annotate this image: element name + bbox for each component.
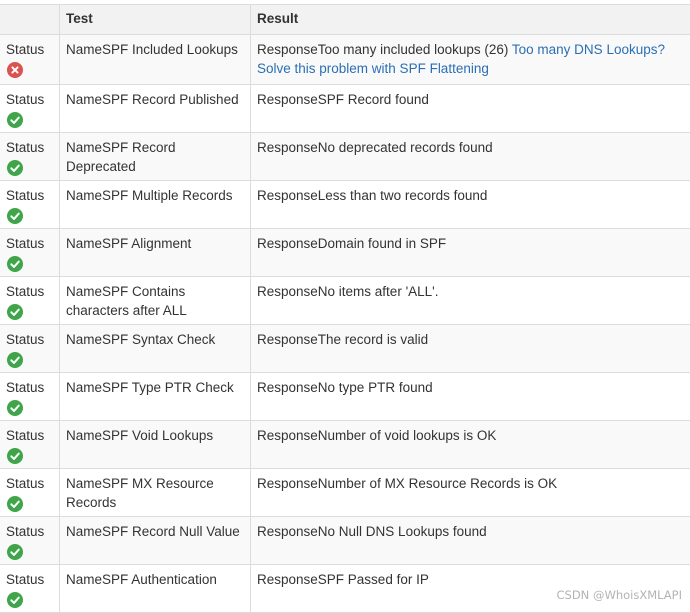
table-row: Status NameSPF Record Published ResponseSP… [0,85,690,133]
table-row: Status NameSPF Void Lookups ResponseNumber… [0,421,690,469]
table-row: Status NameSPF MX Resource Records Respons… [0,469,690,517]
result-text: ResponseNo Null DNS Lookups found [257,524,487,539]
status-cell: Status [0,469,60,516]
result-cell: ResponseToo many included lookups (26) T… [251,35,690,84]
watermark: CSDN @WhoisXMLAPI [556,588,683,602]
header-status [0,5,60,34]
result-cell: ResponseNo type PTR found [251,373,690,420]
result-text: ResponseSPF Passed for IP [257,572,429,587]
table-row: Status NameSPF Syntax Check ResponseThe re… [0,325,690,373]
status-cell: Status [0,565,60,612]
result-cell: ResponseThe record is valid [251,325,690,372]
status-label: Status [6,380,45,395]
check-circle-icon [7,399,23,416]
status-label: Status [6,476,45,491]
result-text: ResponseThe record is valid [257,332,429,347]
check-circle-icon [7,447,23,464]
table-row: Status NameSPF Alignment ResponseDomain fo… [0,229,690,277]
result-text: ResponseNumber of void lookups is OK [257,428,497,443]
status-cell: Status [0,277,60,324]
table-row: Status NameSPF Contains characters after … [0,277,690,325]
status-label: Status [6,42,45,57]
result-text: ResponseNo type PTR found [257,380,433,395]
test-name: NameSPF Included Lookups [60,35,251,84]
result-cell: ResponseNo Null DNS Lookups found [251,517,690,564]
table-body: Status NameSPF Included Lookups ResponseTo… [0,35,690,613]
results-table: Test Result Status NameSPF Included Looku… [0,4,690,613]
table-header-row: Test Result [0,5,690,35]
status-label: Status [6,572,45,587]
test-name: NameSPF MX Resource Records [60,469,251,516]
check-circle-icon [7,303,23,320]
status-cell: Status [0,133,60,180]
test-name: NameSPF Record Published [60,85,251,132]
test-name: NameSPF Record Null Value [60,517,251,564]
check-circle-icon [7,351,23,368]
x-circle-icon [7,61,23,78]
check-circle-icon [7,495,23,512]
test-name: NameSPF Record Deprecated [60,133,251,180]
status-label: Status [6,428,45,443]
status-label: Status [6,188,45,203]
result-cell: ResponseNo deprecated records found [251,133,690,180]
status-cell: Status [0,325,60,372]
status-cell: Status [0,517,60,564]
test-name: NameSPF Authentication [60,565,251,612]
status-cell: Status [0,35,60,84]
status-cell: Status [0,421,60,468]
result-text: ResponseNumber of MX Resource Records is… [257,476,558,491]
check-circle-icon [7,543,23,560]
status-label: Status [6,284,45,299]
status-cell: Status [0,181,60,228]
table-row: Status NameSPF Record Deprecated ResponseN… [0,133,690,181]
header-test: Test [60,5,251,34]
result-cell: ResponseSPF Record found [251,85,690,132]
test-name: NameSPF Multiple Records [60,181,251,228]
test-name: NameSPF Syntax Check [60,325,251,372]
test-name: NameSPF Type PTR Check [60,373,251,420]
check-circle-icon [7,207,23,224]
status-label: Status [6,140,45,155]
result-cell: ResponseDomain found in SPF [251,229,690,276]
result-text: ResponseNo deprecated records found [257,140,493,155]
check-circle-icon [7,255,23,272]
check-circle-icon [7,159,23,176]
test-name: NameSPF Contains characters after ALL [60,277,251,324]
table-row: Status NameSPF Record Null Value ResponseN… [0,517,690,565]
test-name: NameSPF Void Lookups [60,421,251,468]
table-row: Status NameSPF Included Lookups ResponseTo… [0,35,690,85]
check-circle-icon [7,591,23,608]
status-label: Status [6,332,45,347]
result-text: ResponseSPF Record found [257,92,429,107]
result-text: ResponseToo many included lookups (26) [257,42,512,57]
result-text: ResponseNo items after 'ALL'. [257,284,439,299]
test-name: NameSPF Alignment [60,229,251,276]
table-row: Status NameSPF Multiple Records ResponseLe… [0,181,690,229]
status-label: Status [6,524,45,539]
status-cell: Status [0,229,60,276]
check-circle-icon [7,111,23,128]
table-row: Status NameSPF Type PTR Check ResponseNo t… [0,373,690,421]
status-cell: Status [0,85,60,132]
status-cell: Status [0,373,60,420]
status-label: Status [6,92,45,107]
status-label: Status [6,236,45,251]
result-text: ResponseDomain found in SPF [257,236,447,251]
result-cell: ResponseNumber of void lookups is OK [251,421,690,468]
result-cell: ResponseNumber of MX Resource Records is… [251,469,690,516]
result-cell: ResponseNo items after 'ALL'. [251,277,690,324]
result-text: ResponseLess than two records found [257,188,488,203]
result-cell: ResponseLess than two records found [251,181,690,228]
header-result: Result [257,11,299,26]
